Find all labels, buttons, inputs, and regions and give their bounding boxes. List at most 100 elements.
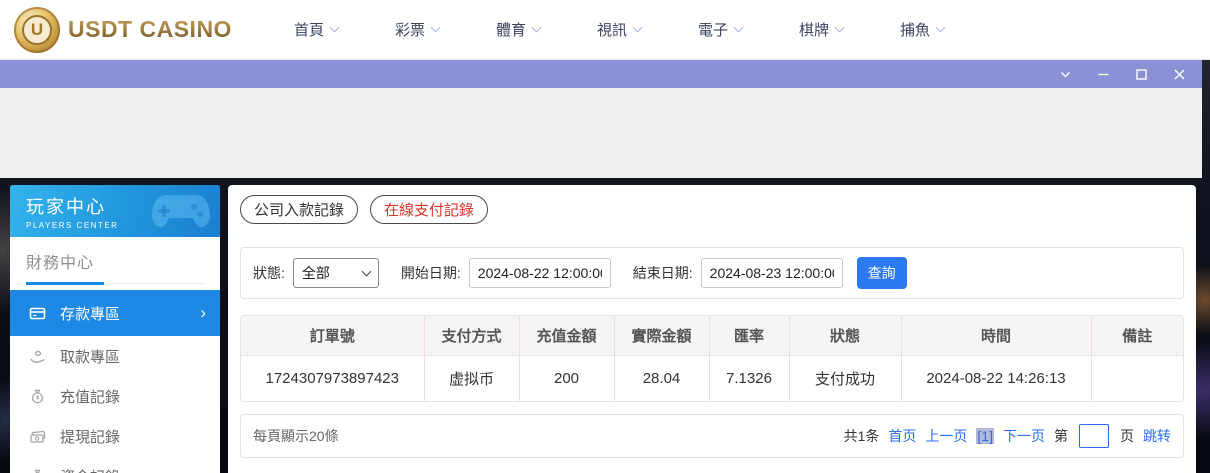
sidebar-menu: 存款專區 › 取款專區 充值記錄 提現記錄 <box>10 290 220 473</box>
coin-logo-icon: U <box>14 6 60 53</box>
col-remark: 備註 <box>1090 316 1183 356</box>
col-time: 時間 <box>900 316 1091 356</box>
sidebar-item-deposit[interactable]: 存款專區 › <box>10 290 220 336</box>
records-table-container: 訂單號 支付方式 充值金額 實際金額 匯率 狀態 時間 備註 172430797… <box>240 315 1184 402</box>
nav-label: 視訊 <box>597 22 628 39</box>
col-rate: 匯率 <box>708 316 789 356</box>
cell-recharge-amount: 200 <box>518 355 614 401</box>
col-status: 狀態 <box>788 316 901 356</box>
sidebar-item-recharge-records[interactable]: 充值記錄 <box>10 376 220 416</box>
table-header-row: 訂單號 支付方式 充值金額 實際金額 匯率 狀態 時間 備註 <box>241 316 1183 356</box>
sidebar: 玩家中心 PLAYERS CENTER 財務中心 存款專區 › 取款專區 充值記… <box>10 185 220 473</box>
nav-label: 電子 <box>698 22 729 39</box>
brand-title: USDT CASINO <box>68 16 232 42</box>
chevron-down-icon <box>361 266 372 276</box>
recharge-bag-icon <box>28 389 46 404</box>
cell-actual-amount: 28.04 <box>613 355 709 401</box>
chevron-down-icon <box>329 22 340 33</box>
sidebar-section: 財務中心 <box>10 237 220 285</box>
gamepad-icon <box>148 189 214 237</box>
sidebar-item-label: 提現記錄 <box>60 428 121 446</box>
page-jump-input[interactable] <box>1079 424 1109 448</box>
prev-page-link[interactable]: 上一页 <box>925 426 967 446</box>
nav-item-sports[interactable]: 體育 <box>495 19 542 40</box>
jump-prefix-label: 第 <box>1054 428 1068 444</box>
collapse-icon[interactable] <box>1059 68 1072 81</box>
end-date-input[interactable] <box>700 258 843 288</box>
record-tabs: 公司入款記錄 在線支付記錄 <box>240 195 1184 224</box>
cell-remark <box>1090 355 1183 401</box>
start-date-label: 開始日期: <box>400 265 461 281</box>
brand-logo[interactable]: U USDT CASINO <box>0 6 232 53</box>
current-page-indicator: [1] <box>976 428 994 444</box>
deposit-card-icon <box>28 306 46 321</box>
nav-label: 體育 <box>495 22 526 39</box>
nav-item-home[interactable]: 首頁 <box>293 19 340 40</box>
table-row: 1724307973897423 虚拟币 200 28.04 7.1326 支付… <box>241 355 1183 401</box>
jump-suffix-label: 页 <box>1120 428 1134 444</box>
nav-label: 棋牌 <box>799 22 830 39</box>
query-button[interactable]: 查詢 <box>856 257 907 289</box>
tab-online-payment-records[interactable]: 在線支付記錄 <box>370 195 489 224</box>
pagination-bar: 每頁顯示20條 共1条 首页 上一页 [1] 下一页 第 页 跳转 <box>240 414 1184 458</box>
nav-label: 彩票 <box>394 22 425 39</box>
sidebar-item-withdraw[interactable]: 取款專區 <box>10 336 220 376</box>
col-pay-method: 支付方式 <box>423 316 519 356</box>
sidebar-item-label: 存款專區 <box>60 305 121 323</box>
cell-status: 支付成功 <box>788 355 901 401</box>
close-icon[interactable] <box>1173 68 1186 81</box>
cell-order-no: 1724307973897423 <box>241 355 424 401</box>
col-order-no: 訂單號 <box>241 316 424 356</box>
sidebar-item-funds-records[interactable]: 資金記錄 <box>10 456 220 473</box>
nav-item-video[interactable]: 視訊 <box>597 19 643 40</box>
empty-content-zone <box>0 88 1202 178</box>
sidebar-item-label: 資金記錄 <box>60 466 120 473</box>
chevron-down-icon <box>632 22 643 33</box>
main-nav: 首頁 彩票 體育 視訊 電子 棋牌 捕魚 <box>293 19 946 40</box>
nav-item-lottery[interactable]: 彩票 <box>394 19 441 40</box>
chevron-down-icon <box>430 22 441 33</box>
nav-item-fishing[interactable]: 捕魚 <box>900 19 946 40</box>
window-titlebar <box>0 60 1202 88</box>
status-select[interactable]: 全部 <box>292 258 379 288</box>
status-select-value: 全部 <box>301 265 330 281</box>
col-recharge-amount: 充值金額 <box>518 316 614 356</box>
withdraw-hand-icon <box>28 349 46 364</box>
maximize-icon[interactable] <box>1135 68 1148 81</box>
chevron-down-icon <box>834 22 845 33</box>
filter-bar: 狀態: 全部 開始日期: 結束日期: 查詢 <box>240 247 1184 299</box>
nav-label: 首頁 <box>293 22 324 39</box>
first-page-link[interactable]: 首页 <box>888 426 916 446</box>
end-date-label: 結束日期: <box>632 265 693 281</box>
casino-player-center-page: U USDT CASINO 首頁 彩票 體育 視訊 電子 棋牌 捕魚 玩家中心 … <box>0 0 1210 473</box>
next-page-link[interactable]: 下一页 <box>1003 426 1045 446</box>
nav-label: 捕魚 <box>900 22 931 39</box>
sidebar-item-label: 取款專區 <box>60 348 121 366</box>
records-table: 訂單號 支付方式 充值金額 實際金額 匯率 狀態 時間 備註 172430797… <box>241 316 1183 401</box>
funds-bag-icon <box>28 469 46 473</box>
minimize-icon[interactable] <box>1097 68 1110 81</box>
total-count-text: 共1条 <box>843 428 880 444</box>
status-label: 狀態: <box>253 265 285 281</box>
nav-item-slots[interactable]: 電子 <box>698 19 744 40</box>
chevron-down-icon <box>733 22 744 33</box>
sidebar-header: 玩家中心 PLAYERS CENTER <box>10 185 220 237</box>
pager: 共1条 首页 上一页 [1] 下一页 第 页 跳转 <box>844 424 1171 448</box>
main-panel: 公司入款記錄 在線支付記錄 狀態: 全部 開始日期: 結束日期: 查詢 <box>228 185 1196 473</box>
jump-action-link[interactable]: 跳转 <box>1143 426 1171 446</box>
sidebar-item-label: 充值記錄 <box>60 388 121 406</box>
cashout-notes-icon <box>28 429 46 444</box>
cell-rate: 7.1326 <box>708 355 789 401</box>
site-header: U USDT CASINO 首頁 彩票 體育 視訊 電子 棋牌 捕魚 <box>0 0 1210 60</box>
chevron-down-icon <box>531 22 542 33</box>
cell-pay-method: 虚拟币 <box>423 355 519 401</box>
sidebar-item-cashout-records[interactable]: 提現記錄 <box>10 416 220 456</box>
chevron-right-icon: › <box>200 302 206 322</box>
start-date-input[interactable] <box>468 258 611 288</box>
chevron-down-icon <box>935 22 946 33</box>
tab-company-deposit-records[interactable]: 公司入款記錄 <box>240 195 359 224</box>
nav-item-cards[interactable]: 棋牌 <box>799 19 845 40</box>
page-size-text: 每頁顯示20條 <box>253 428 339 444</box>
sidebar-section-title: 財務中心 <box>26 255 95 272</box>
cell-time: 2024-08-22 14:26:13 <box>900 355 1091 401</box>
